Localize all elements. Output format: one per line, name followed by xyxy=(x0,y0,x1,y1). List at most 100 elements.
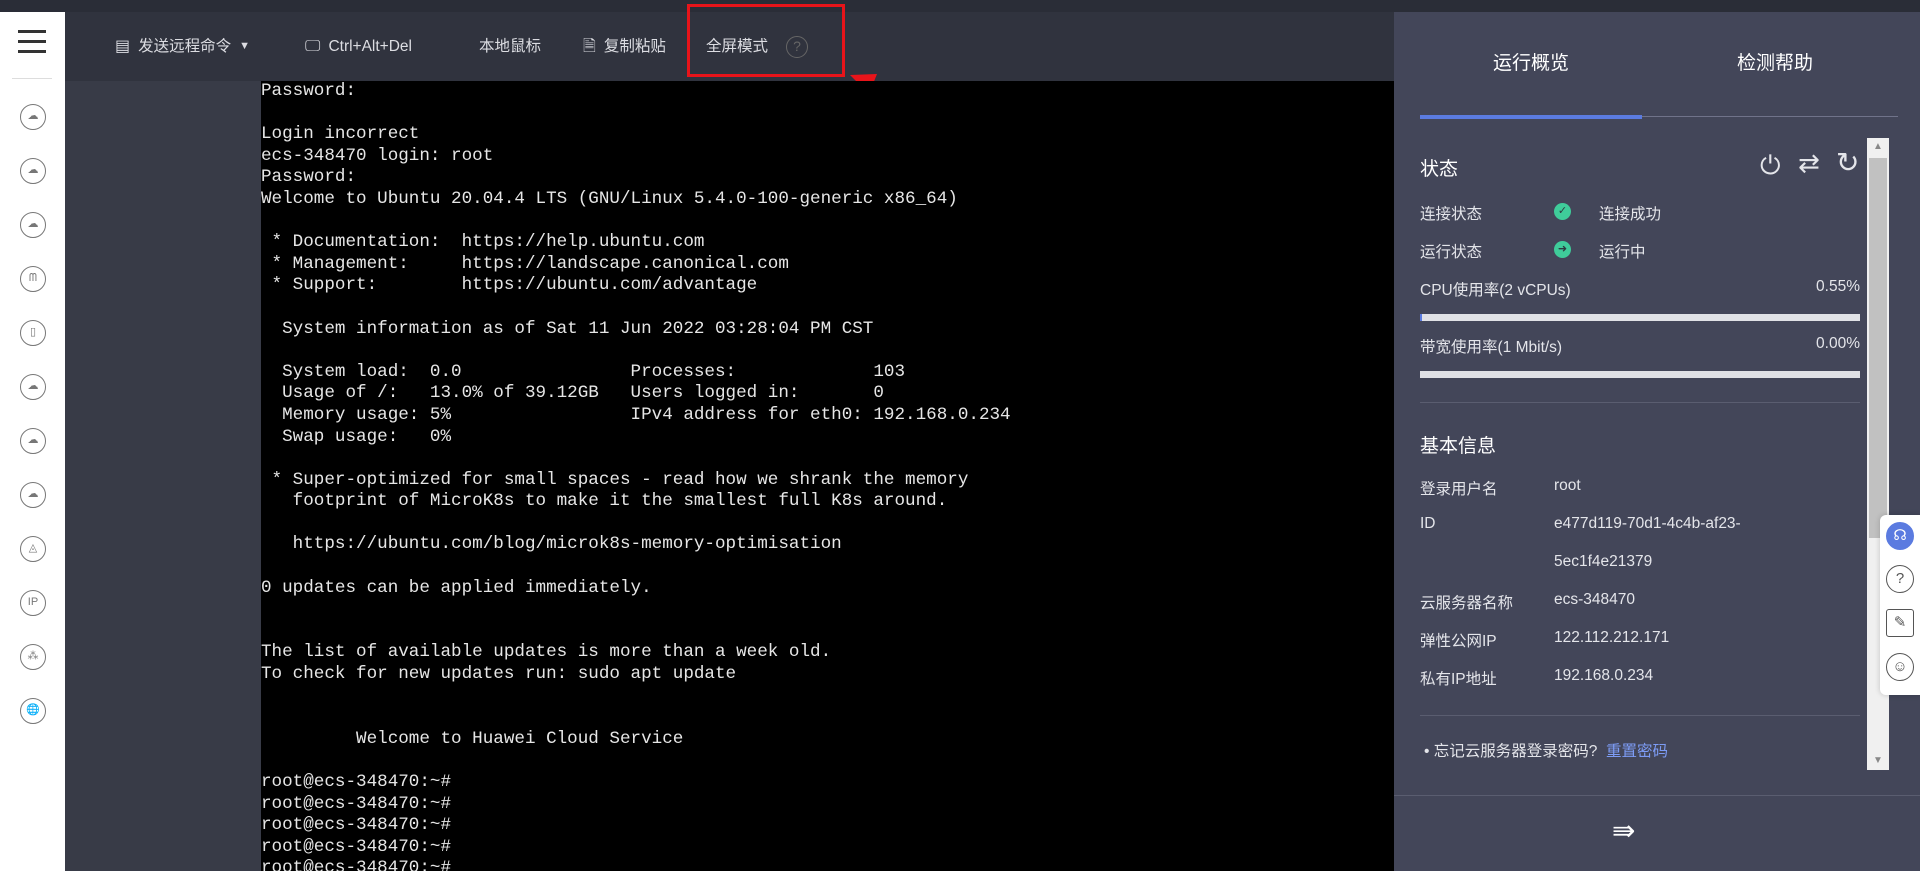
terminal-line: Welcome to Huawei Cloud Service xyxy=(261,728,684,749)
cpu-progress-bar xyxy=(1420,314,1860,321)
globe-icon[interactable]: 🌐 xyxy=(20,698,46,724)
divider xyxy=(1420,402,1860,403)
terminal-line: root@ecs-348470:~# xyxy=(261,793,452,814)
smile-icon[interactable]: ☺ xyxy=(1886,653,1914,681)
cloud-disk-icon[interactable]: ☁ xyxy=(20,212,46,238)
cpu-value: 0.55% xyxy=(1816,278,1860,295)
terminal-line: root@ecs-348470:~# xyxy=(261,815,452,836)
arrow-right-icon: ➜ xyxy=(1554,241,1571,258)
terminal-line: footprint of MicroK8s to make it the sma… xyxy=(261,491,948,512)
right-panel: 运行概览 检测帮助 状态 ⏻ ⇄ ↻ 连接状态 ✓ 连接成功 运行状态 ➜ 运行… xyxy=(1394,12,1920,871)
ctrl-alt-del-button[interactable]: 🖵 Ctrl+Alt+Del xyxy=(305,12,412,81)
terminal-screen[interactable]: Password: Login incorrect ecs-348470 logi… xyxy=(261,81,1394,871)
terminal-line: * Super-optimized for small spaces - rea… xyxy=(261,469,969,490)
basic-info-title: 基本信息 xyxy=(1420,436,1497,457)
terminal-line: * Support: https://ubuntu.com/advantage xyxy=(261,275,758,296)
bandwidth-value: 0.00% xyxy=(1816,335,1860,352)
tab-overview[interactable]: 运行概览 xyxy=(1420,12,1642,116)
cpu-progress-fill xyxy=(1420,314,1423,321)
command-icon: ▤ xyxy=(115,38,131,55)
check-icon: ✓ xyxy=(1554,203,1571,220)
run-label: 运行状态 xyxy=(1420,244,1483,261)
menu-icon[interactable] xyxy=(18,30,46,54)
scroll-up-icon[interactable]: ▲ xyxy=(1867,138,1889,156)
scrollbar-thumb[interactable] xyxy=(1869,158,1887,538)
info-label: 私有IP地址 xyxy=(1420,671,1497,688)
bandwidth-label: 带宽使用率(1 Mbit/s) xyxy=(1420,339,1563,356)
forgot-password-label: 忘记云服务器登录密码? xyxy=(1433,743,1598,760)
terminal-line: ecs-348470 login: root xyxy=(261,145,494,166)
copy-paste-button[interactable]: 🗎 复制粘贴 xyxy=(583,12,666,81)
terminal-line: root@ecs-348470:~# xyxy=(261,836,452,857)
terminal-line: * Management: https://landscape.canonica… xyxy=(261,253,789,274)
scroll-down-icon[interactable]: ▼ xyxy=(1867,752,1889,770)
terminal-line: Welcome to Ubuntu 20.04.4 LTS (GNU/Linux… xyxy=(261,188,958,209)
terminal-line: Usage of /: 13.0% of 39.12GB Users logge… xyxy=(261,383,884,404)
terminal-line: Login incorrect xyxy=(261,124,420,145)
feedback-icon[interactable]: ✎ xyxy=(1886,609,1914,637)
restart-icon[interactable]: ⇄ xyxy=(1798,148,1820,179)
local-mouse-button[interactable]: 本地鼠标 xyxy=(479,12,541,81)
info-value: ecs-348470 xyxy=(1554,591,1636,608)
info-value-continued: 5ec1f4e21379 xyxy=(1554,553,1653,570)
ctrl-alt-del-label: Ctrl+Alt+Del xyxy=(328,38,412,55)
reset-password-link[interactable]: 重置密码 xyxy=(1606,743,1668,760)
forgot-password-text: • 忘记云服务器登录密码? 重置密码 xyxy=(1424,743,1668,760)
tab-help[interactable]: 检测帮助 xyxy=(1664,12,1886,116)
info-label: 弹性公网IP xyxy=(1420,633,1497,650)
network-icon[interactable]: ᗰ xyxy=(20,266,46,292)
info-value: e477d119-70d1-4c4b-af23- xyxy=(1554,515,1741,532)
customer-service-icon[interactable]: ☊ xyxy=(1886,522,1914,550)
connection-value: 连接成功 xyxy=(1599,206,1662,223)
cloud-upload-icon[interactable]: ☁ xyxy=(20,428,46,454)
cloud-storage-icon[interactable]: ☁ xyxy=(20,374,46,400)
ip-icon[interactable]: IP xyxy=(20,590,46,616)
terminal-line: To check for new updates run: sudo apt u… xyxy=(261,664,737,685)
status-title: 状态 xyxy=(1420,159,1459,180)
panel-footer: ⇛ xyxy=(1394,795,1920,871)
cpu-label: CPU使用率(2 vCPUs) xyxy=(1420,282,1571,299)
cloud-server-icon[interactable]: ☁ xyxy=(20,104,46,130)
run-value: 运行中 xyxy=(1599,244,1646,261)
floating-toolbar: ☊ ? ✎ ☺ xyxy=(1880,515,1920,695)
terminal-line: Swap usage: 0% xyxy=(261,426,452,447)
info-value: 122.112.212.171 xyxy=(1554,629,1670,646)
power-icon[interactable]: ⏻ xyxy=(1760,150,1781,182)
terminal-line: Password: xyxy=(261,167,357,188)
console-background xyxy=(65,81,261,871)
cloud-icon[interactable]: ☁ xyxy=(20,158,46,184)
terminal-line: System information as of Sat 11 Jun 2022… xyxy=(261,318,874,339)
terminal-line: Password: xyxy=(261,81,357,101)
connection-label: 连接状态 xyxy=(1420,206,1483,223)
terminal-line: System load: 0.0 Processes: 103 xyxy=(261,361,906,382)
question-icon[interactable]: ? xyxy=(1886,565,1914,593)
send-command-label: 发送远程命令 xyxy=(138,38,232,55)
info-label: 云服务器名称 xyxy=(1420,595,1514,612)
info-value: root xyxy=(1554,477,1581,494)
copy-paste-label: 复制粘贴 xyxy=(603,38,666,55)
bandwidth-progress-bar xyxy=(1420,371,1860,378)
terminal-line: The list of available updates is more th… xyxy=(261,642,832,663)
caret-down-icon: ▼ xyxy=(239,40,251,52)
info-label: 登录用户名 xyxy=(1420,481,1498,498)
collapse-panel-icon[interactable]: ⇛ xyxy=(1612,814,1635,847)
mobile-icon[interactable]: ▯ xyxy=(20,320,46,346)
highlight-box xyxy=(687,4,845,77)
terminal-line: Memory usage: 5% IPv4 address for eth0: … xyxy=(261,404,1011,425)
cloud-monitor-icon[interactable]: ☁ xyxy=(20,482,46,508)
topology-icon[interactable]: ◬ xyxy=(20,536,46,562)
cluster-icon[interactable]: ⁂ xyxy=(20,644,46,670)
divider xyxy=(12,78,52,79)
refresh-icon[interactable]: ↻ xyxy=(1836,146,1859,179)
send-command-dropdown[interactable]: ▤ 发送远程命令 ▼ xyxy=(115,12,250,81)
